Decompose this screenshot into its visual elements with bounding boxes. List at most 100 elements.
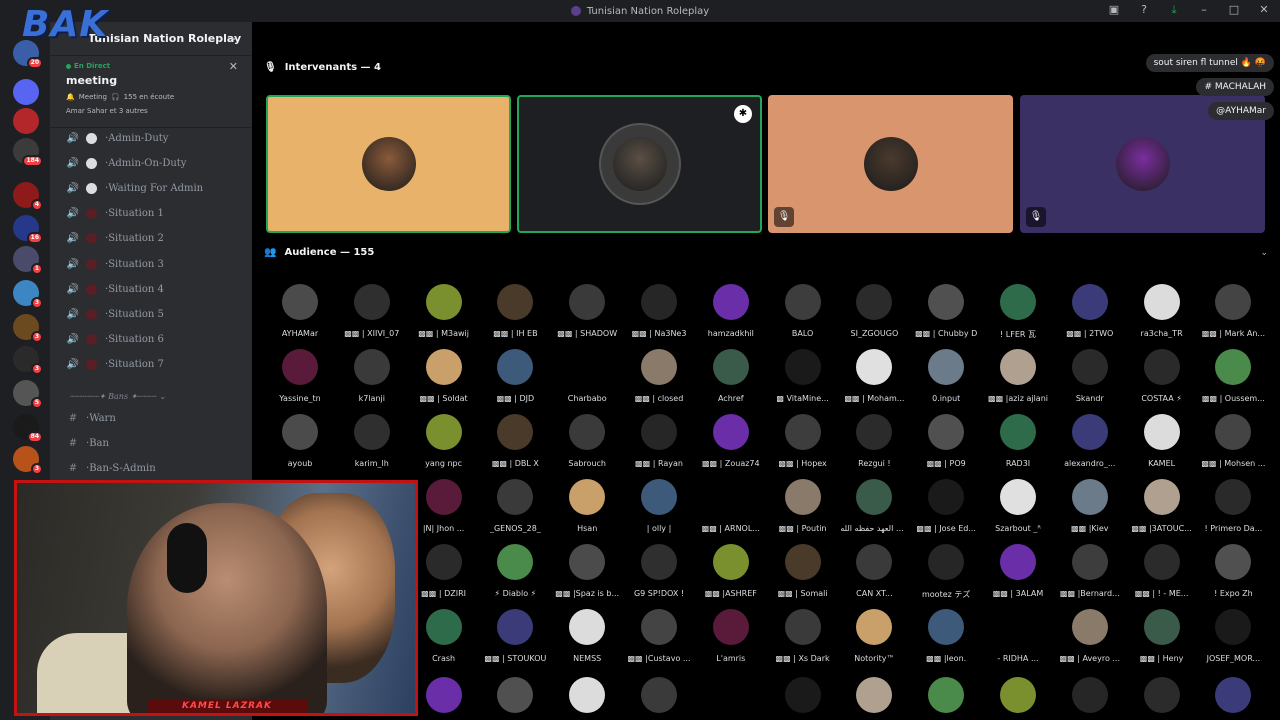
audience-member[interactable]: ▩▩ | closed <box>623 349 695 403</box>
audience-member[interactable]: ▩▩ | 3ALAM <box>982 544 1054 598</box>
audience-member[interactable] <box>1197 677 1269 713</box>
audience-member[interactable]: |N| Jhon ... <box>408 479 480 533</box>
audience-member[interactable]: ▩▩ |3ATOUC... <box>1126 479 1198 533</box>
category-bans[interactable]: ┄┄┄┄┄┄✦ Bans ✦┄┄┄┄ ⌄ <box>70 392 166 401</box>
audience-member[interactable]: ▩▩ | XIIVI_07 <box>336 284 408 338</box>
server-icon[interactable]: 84 <box>13 414 43 443</box>
server-icon[interactable]: 3 <box>13 446 43 475</box>
server-icon[interactable]: 184 <box>13 138 43 167</box>
audience-member[interactable]: Rezgui ! <box>838 414 910 468</box>
audience-member[interactable]: ▩▩ | Mark An... <box>1197 284 1269 338</box>
audience-member[interactable]: Crash <box>408 609 480 663</box>
audience-member[interactable]: KAMEL <box>1126 414 1198 468</box>
audience-member[interactable]: SI_ZGOUGO <box>838 284 910 338</box>
audience-member[interactable]: ولي العهد حفظه الله <box>838 479 910 533</box>
voice-channel[interactable]: 🔊 · Situation 2 <box>66 228 164 250</box>
audience-member[interactable]: | olly | <box>623 479 695 533</box>
audience-member[interactable]: ▩▩ |Custavo ... <box>623 609 695 663</box>
audience-member[interactable]: Yassine_tn <box>264 349 336 403</box>
audience-member[interactable]: ▩▩ | ARNOL... <box>695 479 767 533</box>
audience-member[interactable]: ▩▩ | Somali <box>767 544 839 598</box>
audience-member[interactable] <box>551 677 623 713</box>
server-icon[interactable]: 3 <box>13 346 43 375</box>
audience-member[interactable]: L'amris <box>695 609 767 663</box>
audience-member[interactable]: ▩▩ | DZIRI <box>408 544 480 598</box>
audience-member[interactable]: ▩▩ | M3awij <box>408 284 480 338</box>
audience-member[interactable]: 0.input <box>910 349 982 403</box>
audience-member[interactable]: hamzadkhil <box>695 284 767 338</box>
audience-member[interactable] <box>982 677 1054 713</box>
audience-member[interactable]: ▩▩ | PO9 <box>910 414 982 468</box>
speaker-tile[interactable]: 🎙 <box>768 95 1013 233</box>
audience-member[interactable]: ! LFER 瓦 <box>982 284 1054 340</box>
chevron-down-icon[interactable]: ⌄ <box>1260 248 1268 258</box>
audience-member[interactable]: ! Primero Da... <box>1197 479 1269 533</box>
audience-member[interactable] <box>1126 677 1198 713</box>
audience-member[interactable]: Hsan <box>551 479 623 533</box>
audience-member[interactable]: ▩▩ | Chubby D <box>910 284 982 338</box>
audience-member[interactable]: ▩▩ | Heny <box>1126 609 1198 663</box>
voice-channel[interactable]: 🔊 · Admin-On-Duty <box>66 152 186 174</box>
server-icon[interactable]: 4 <box>13 182 43 211</box>
maximize-button[interactable]: □ <box>1226 3 1242 17</box>
audience-member[interactable]: Szarbout _ᴿ <box>982 479 1054 533</box>
download-icon[interactable]: ⤓ <box>1166 3 1182 17</box>
audience-member[interactable]: JOSEF_MOR... <box>1197 609 1269 663</box>
audience-member[interactable]: ayoub <box>264 414 336 468</box>
audience-member[interactable]: Notority™ <box>838 609 910 663</box>
audience-member[interactable]: yang npc <box>408 414 480 468</box>
audience-member[interactable]: ▩ VitaMine... <box>767 349 839 403</box>
audience-member[interactable]: AYHAMar <box>264 284 336 338</box>
voice-channel[interactable]: 🔊 · Situation 3 <box>66 253 164 275</box>
audience-member[interactable]: ▩▩ | Xs Dark <box>767 609 839 663</box>
minimize-button[interactable]: – <box>1196 3 1212 17</box>
audience-member[interactable]: ▩▩ | Poutin <box>767 479 839 533</box>
voice-channel[interactable]: 🔊 · Situation 6 <box>66 329 164 351</box>
audience-member[interactable]: ▩▩ |Kiev <box>1054 479 1126 533</box>
audience-member[interactable]: k7lanji <box>336 349 408 403</box>
audience-member[interactable]: COSTAA ⚡ <box>1126 349 1198 403</box>
audience-member[interactable]: ! Expo Zh <box>1197 544 1269 598</box>
audience-member[interactable]: Charbabo <box>551 349 623 403</box>
audience-member[interactable]: ▩▩ |Bernard... <box>1054 544 1126 598</box>
audience-member[interactable]: G9 SP!DOX ! <box>623 544 695 598</box>
speaker-tile[interactable]: ✱ <box>517 95 762 233</box>
audience-member[interactable]: ▩▩ | Soldat <box>408 349 480 403</box>
audience-member[interactable]: Achref <box>695 349 767 403</box>
audience-member[interactable]: NEMSS <box>551 609 623 663</box>
voice-channel[interactable]: 🔊 · Admin-Duty <box>66 127 168 149</box>
close-button[interactable]: ✕ <box>1256 3 1272 17</box>
audience-member[interactable] <box>910 677 982 713</box>
speaker-tile[interactable] <box>266 95 511 233</box>
server-icon[interactable]: 3 <box>13 314 43 343</box>
voice-channel[interactable]: 🔊 · Situation 4 <box>66 278 164 300</box>
audience-member[interactable] <box>1054 677 1126 713</box>
audience-member[interactable]: ▩▩ |aziz ajlani <box>982 349 1054 403</box>
text-channel[interactable]: # · Warn <box>66 407 116 429</box>
audience-member[interactable]: ▩▩ | IH EB <box>479 284 551 338</box>
audience-member[interactable]: _GENOS_28_ <box>479 479 551 533</box>
audience-member[interactable]: ▩▩ | Moham... <box>838 349 910 403</box>
audience-member[interactable]: ▩▩ |Spaz is b... <box>551 544 623 598</box>
audience-member[interactable]: - RIDHA ... <box>982 609 1054 663</box>
audience-member[interactable]: ▩▩ | Oussem... <box>1197 349 1269 403</box>
voice-channel[interactable]: 🔊 · Situation 5 <box>66 303 164 325</box>
audience-member[interactable] <box>767 677 839 713</box>
audience-member[interactable]: ▩▩ | STOUKOU <box>479 609 551 663</box>
inbox-icon[interactable]: ▣ <box>1106 3 1122 17</box>
text-channel[interactable]: # · Ban <box>66 432 109 454</box>
audience-member[interactable]: ▩▩ | Mohsen ... <box>1197 414 1269 468</box>
audience-member[interactable]: CAN XT... <box>838 544 910 598</box>
server-icon[interactable] <box>13 79 39 105</box>
audience-member[interactable]: ▩▩ | SHADOW <box>551 284 623 338</box>
audience-member[interactable]: ▩▩ | Na3Ne3 <box>623 284 695 338</box>
voice-channel[interactable]: 🔊 · Waiting For Admin <box>66 177 203 199</box>
close-icon[interactable]: ✕ <box>229 60 238 73</box>
audience-member[interactable]: ▩▩ |leon. <box>910 609 982 663</box>
server-icon[interactable]: 3 <box>13 280 43 309</box>
server-icon[interactable]: 5 <box>13 380 43 409</box>
audience-member[interactable]: ▩▩ | ! - ME... <box>1126 544 1198 598</box>
chevron-down-icon[interactable]: ⌄ <box>230 32 238 43</box>
audience-member[interactable] <box>408 677 480 713</box>
audience-member[interactable]: ▩▩ | Hopex <box>767 414 839 468</box>
